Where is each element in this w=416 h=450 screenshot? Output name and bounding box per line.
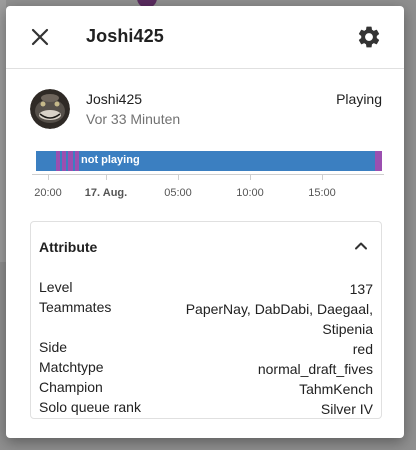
dialog-header: Joshi425 [6, 6, 404, 69]
settings-button[interactable] [356, 24, 382, 50]
more-info-dialog: Joshi425 Joshi425 Vor 33 Minuten Playing… [6, 6, 404, 438]
axis-tick [106, 175, 107, 180]
attribute-key: Solo queue rank [39, 399, 141, 415]
attribute-value: TahmKench [299, 381, 373, 397]
entity-name: Joshi425 [86, 91, 143, 107]
chevron-up-icon [355, 242, 367, 250]
axis-tick [250, 175, 251, 180]
close-button[interactable] [28, 25, 52, 49]
attributes-panel: Attribute Level 137 Teammates PaperNay, … [30, 221, 382, 419]
collapse-button[interactable] [351, 236, 371, 256]
axis-tick [322, 175, 323, 180]
attribute-value: red [352, 341, 373, 357]
timeline-segment-playing[interactable] [375, 151, 382, 171]
attribute-key: Teammates [39, 299, 112, 315]
axis-tick-label: 17. Aug. [84, 187, 128, 199]
axis-tick [48, 175, 49, 180]
axis-tick-label: 15:00 [308, 187, 336, 199]
attribute-key: Champion [39, 379, 103, 395]
attribute-value: Silver IV [320, 401, 373, 417]
axis-tick-label: 20:00 [34, 187, 62, 199]
axis-tick-label: 05:00 [164, 187, 192, 199]
attributes-title[interactable]: Attribute [39, 239, 97, 255]
avatar [30, 89, 70, 129]
timeline-segment-playing[interactable] [68, 151, 73, 171]
timeline-axis [32, 174, 384, 175]
attribute-key: Level [39, 279, 73, 295]
axis-tick [178, 175, 179, 180]
close-icon [31, 28, 49, 46]
timeline-label: not playing [81, 154, 140, 166]
last-changed: Vor 33 Minuten [86, 111, 181, 127]
attribute-key: Side [39, 339, 68, 355]
timeline-segment-playing[interactable] [56, 151, 60, 171]
attribute-value: normal_draft_fives [257, 361, 373, 377]
history-timeline[interactable]: not playing [36, 151, 382, 171]
attribute-value: 137 [349, 281, 373, 297]
gear-icon [358, 26, 380, 48]
axis-tick-label: 10:00 [236, 187, 264, 199]
status-value: Playing [336, 91, 382, 107]
attribute-value: PaperNay, DabDabi, Daegaal, Stipenia [185, 301, 373, 337]
attribute-key: Matchtype [39, 359, 104, 375]
dialog-title: Joshi425 [86, 26, 164, 46]
timeline-segment-playing[interactable] [75, 151, 79, 171]
timeline-segment-playing[interactable] [62, 151, 66, 171]
